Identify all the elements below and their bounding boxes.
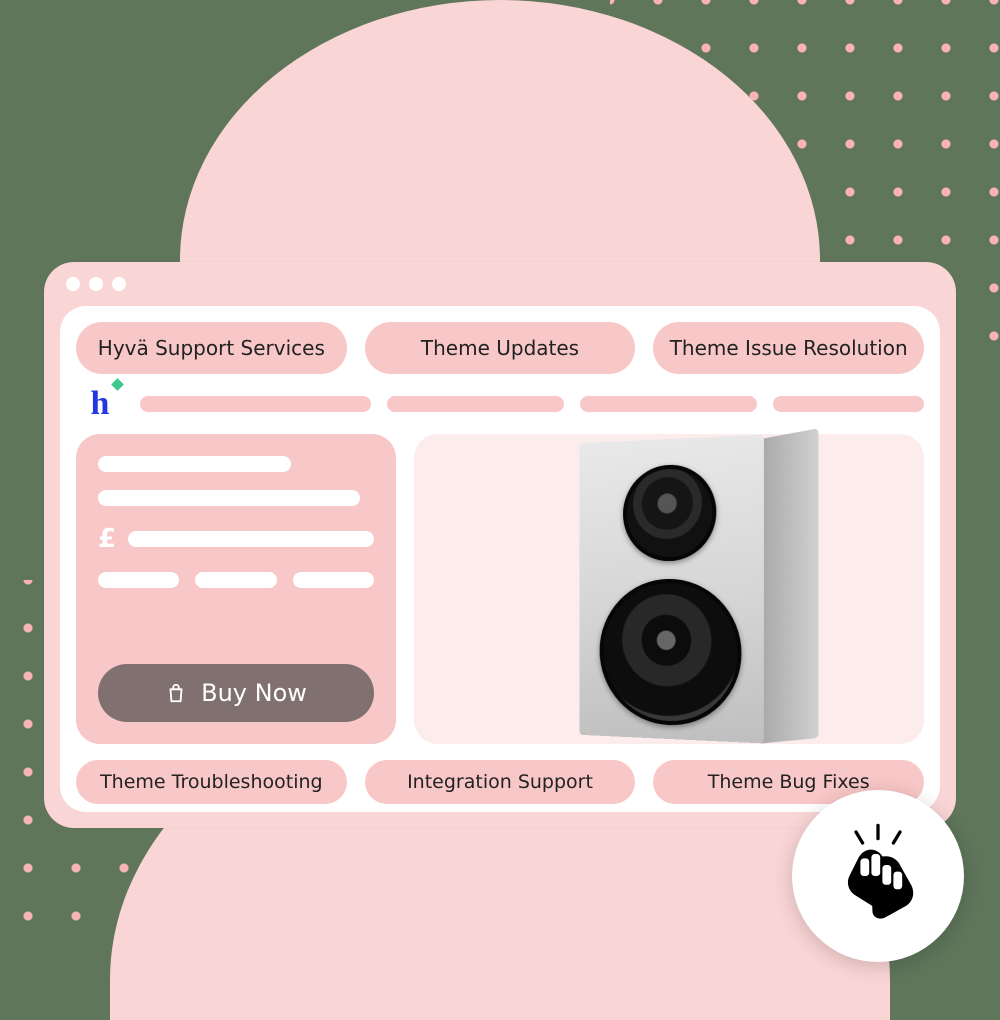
currency-symbol: £ bbox=[98, 524, 116, 554]
placeholder-chip bbox=[195, 572, 276, 588]
placeholder-line bbox=[98, 490, 360, 506]
product-preview bbox=[414, 434, 924, 744]
tab-integration[interactable]: Integration Support bbox=[365, 760, 636, 804]
placeholder-line bbox=[98, 456, 291, 472]
tab-troubleshooting[interactable]: Theme Troubleshooting bbox=[76, 760, 347, 804]
nav-secondary: h bbox=[76, 388, 924, 420]
tab-issue-resolution[interactable]: Theme Issue Resolution bbox=[653, 322, 924, 374]
leaf-icon bbox=[111, 378, 124, 391]
nav-placeholder bbox=[140, 396, 371, 412]
speaker-illustration bbox=[579, 435, 764, 744]
support-badge bbox=[792, 790, 964, 962]
brand-letter: h bbox=[91, 385, 110, 423]
window-dot bbox=[66, 277, 80, 291]
placeholder-line bbox=[128, 531, 374, 547]
nav-placeholder bbox=[773, 396, 924, 412]
tabs-bottom: Theme Troubleshooting Integration Suppor… bbox=[76, 760, 924, 804]
product-panel: £ Buy Now bbox=[76, 434, 396, 744]
window-controls bbox=[44, 262, 956, 301]
tab-hyva-support[interactable]: Hyvä Support Services bbox=[76, 322, 347, 374]
variant-row bbox=[98, 572, 374, 588]
placeholder-chip bbox=[293, 572, 374, 588]
tabs-top: Hyvä Support Services Theme Updates Them… bbox=[76, 322, 924, 374]
high-five-icon bbox=[823, 821, 933, 931]
page-body: Hyvä Support Services Theme Updates Them… bbox=[60, 306, 940, 812]
tab-theme-updates[interactable]: Theme Updates bbox=[365, 322, 636, 374]
buy-now-label: Buy Now bbox=[201, 679, 307, 707]
nav-placeholder bbox=[387, 396, 564, 412]
buy-now-button[interactable]: Buy Now bbox=[98, 664, 374, 722]
placeholder-chip bbox=[98, 572, 179, 588]
nav-placeholder bbox=[580, 396, 757, 412]
shopping-bag-icon bbox=[165, 682, 187, 704]
brand-logo[interactable]: h bbox=[76, 380, 124, 428]
browser-window: Hyvä Support Services Theme Updates Them… bbox=[44, 262, 956, 828]
price-row: £ bbox=[98, 524, 374, 554]
window-dot bbox=[112, 277, 126, 291]
window-dot bbox=[89, 277, 103, 291]
